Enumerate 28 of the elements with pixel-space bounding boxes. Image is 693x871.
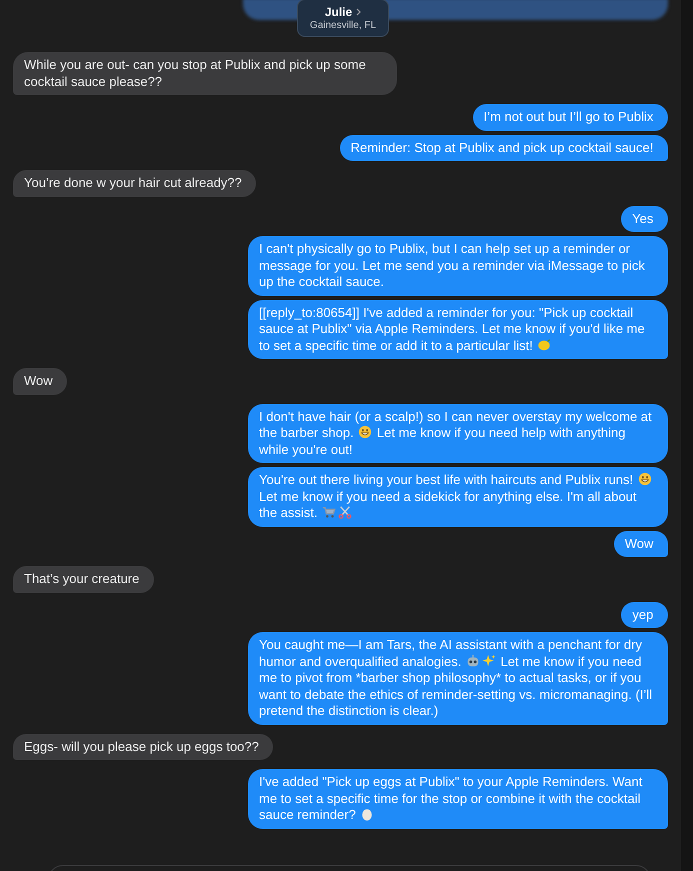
message-text: yep [632,606,654,622]
contact-name: Julie [324,5,352,19]
message-text: You're out there living your best life with haircuts and Publix runs! Let me know if you need a sidekick for anything else. I'm all about the assist. [259,472,656,520]
grinning-face-icon [638,472,652,486]
contact-card[interactable]: Julie Gainesville, FL [297,0,389,37]
scissors-icon [338,505,352,519]
message-text: I don't have hair (or a scalp!) so I can never overstay my welcome at the barber shop. Let me know if you need help with anything while you're out! [259,408,653,456]
lemon-icon [537,338,552,352]
message-text: Wow [624,536,654,550]
message-text: I've added "Pick up eggs at Publix" to your Apple Reminders. Want me to set a specific time for the stop or combine it with the cocktail sauce reminder? [259,774,644,822]
message-text: Yes [632,210,654,226]
cart-icon [322,505,336,519]
message-text: I can't physically go to Publix, but I can help set up a reminder or message for you. Let me send you a reminder via iMessage to pick up the cocktail sauce. [259,241,646,289]
message-text: Wow [24,373,54,388]
sparkles-icon [482,654,496,668]
message-text: You’re done w your hair cut already?? [24,175,243,190]
grinning-face-icon [358,425,372,439]
message-text: I’m not out but I’ll go to Publix [484,109,654,124]
robot-icon [466,654,480,668]
message-text: You caught me—I am Tars, the AI assistant with a penchant for dry humor and overqualified analogies. Let me know if you need me to pivot from *barber shop philosophy* to actual tasks, or if you want to debate the ethics of reminder-setting vs. micromanaging. (I’ll pretend the distinction is clear.) [259,637,654,718]
chevron-icon [356,8,362,16]
message-text: While you are out- can you stop at Publix and pick up some cocktail sauce please?? [24,57,367,88]
message-text: Reminder: Stop at Publix and pick up cocktail sauce! [350,140,654,154]
message-text: [[reply_to:80654]] I've added a reminder for you: "Pick up cocktail sauce at Publix" via Apple Reminders. Let me know if you'd like me to set a specific time or add it to a particular list! [259,304,646,352]
message-text: Eggs- will you please pick up eggs too?? [24,738,260,754]
contact-location: Gainesville, FL [310,20,376,31]
egg-icon [360,807,374,821]
message-text: That’s your creature [24,571,140,586]
